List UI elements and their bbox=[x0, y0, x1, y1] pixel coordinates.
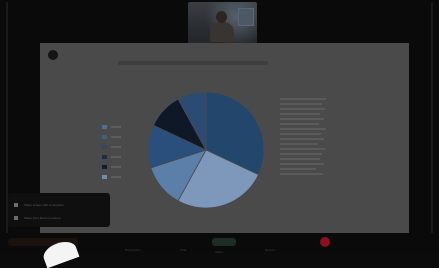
legend-item bbox=[102, 153, 121, 161]
text-line bbox=[280, 133, 321, 135]
legend-label bbox=[111, 126, 121, 128]
text-line bbox=[280, 153, 322, 155]
text-line bbox=[280, 163, 324, 165]
toolbar-participants[interactable]: Participants bbox=[125, 238, 141, 252]
legend-item bbox=[102, 143, 121, 151]
phone-icon bbox=[14, 216, 18, 220]
legend-swatch bbox=[102, 145, 107, 149]
text-line bbox=[280, 143, 318, 145]
participant-head bbox=[216, 11, 227, 23]
legend-label bbox=[111, 136, 121, 138]
end-call-button[interactable] bbox=[320, 237, 330, 247]
legend-swatch bbox=[102, 165, 107, 169]
text-line bbox=[280, 128, 326, 130]
text-line bbox=[280, 148, 325, 150]
text-line bbox=[280, 113, 320, 115]
chart-legend bbox=[102, 123, 121, 183]
slide-logo-icon bbox=[48, 50, 58, 60]
toolbar-chat[interactable]: Chat bbox=[180, 238, 186, 252]
text-line bbox=[280, 158, 320, 160]
menu-item-label: Share from Zoom on phone bbox=[24, 216, 61, 220]
legend-label bbox=[111, 166, 121, 168]
legend-label bbox=[111, 146, 121, 148]
share-screen-button[interactable]: Share bbox=[212, 238, 236, 254]
legend-swatch bbox=[102, 125, 107, 129]
legend-item bbox=[102, 163, 121, 171]
right-divider bbox=[431, 2, 433, 233]
text-line bbox=[280, 138, 324, 140]
legend-swatch bbox=[102, 175, 107, 179]
legend-item bbox=[102, 133, 121, 141]
slide-pie-chart bbox=[147, 91, 265, 209]
slide-title bbox=[118, 61, 268, 65]
text-line bbox=[280, 168, 316, 170]
legend-item bbox=[102, 173, 121, 181]
text-line bbox=[280, 118, 324, 120]
toolbar-record[interactable]: Record bbox=[265, 238, 275, 252]
text-line bbox=[280, 108, 325, 110]
share-options-menu: Share screen with a computer Share from … bbox=[8, 193, 110, 227]
toolbar-label: Participants bbox=[125, 248, 141, 252]
share-from-phone-item[interactable]: Share from Zoom on phone bbox=[14, 213, 61, 223]
background-window bbox=[238, 8, 254, 26]
menu-item-label: Share screen with a computer bbox=[24, 203, 64, 207]
legend-swatch bbox=[102, 155, 107, 159]
text-line bbox=[280, 103, 322, 105]
legend-swatch bbox=[102, 135, 107, 139]
legend-item bbox=[102, 123, 121, 131]
legend-label bbox=[111, 176, 121, 178]
toolbar-label: Chat bbox=[180, 248, 187, 252]
participant-body bbox=[210, 22, 234, 42]
meeting-window: Share screen with a computer Share from … bbox=[0, 0, 439, 268]
legend-label bbox=[111, 156, 121, 158]
slide-text-block bbox=[280, 98, 326, 178]
toolbar-label: Share bbox=[215, 250, 224, 254]
text-line bbox=[280, 173, 323, 175]
monitor-icon bbox=[14, 203, 18, 207]
text-line bbox=[280, 123, 319, 125]
toolbar-label: Record bbox=[265, 248, 275, 252]
share-screen-computer-item[interactable]: Share screen with a computer bbox=[14, 200, 64, 210]
text-line bbox=[280, 98, 326, 100]
participant-video-thumbnail[interactable] bbox=[188, 2, 257, 44]
